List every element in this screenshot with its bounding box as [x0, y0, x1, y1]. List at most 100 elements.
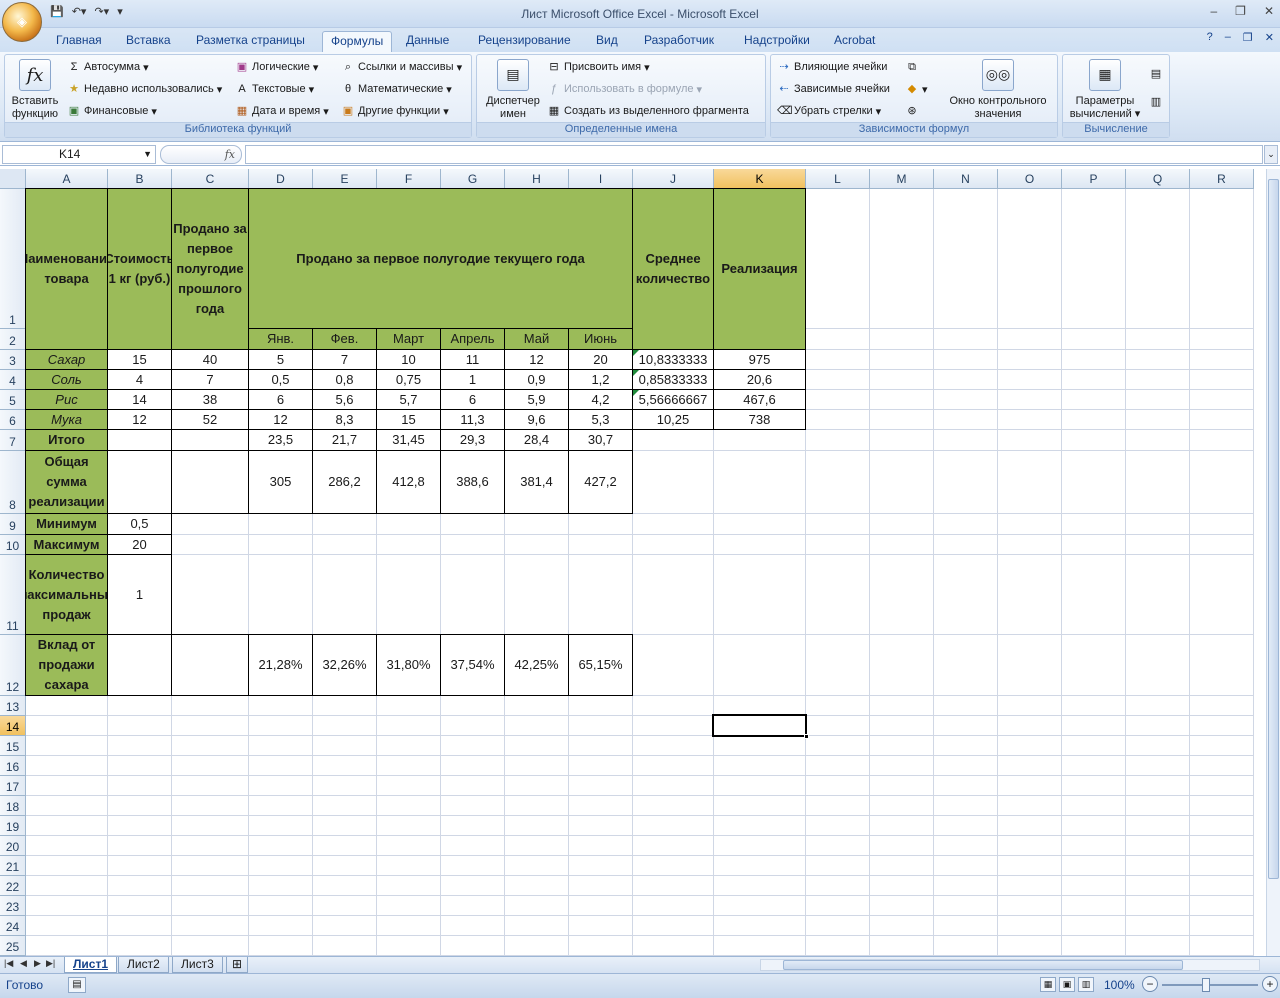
cell-a12[interactable]: Вклад от продажи сахара: [25, 634, 108, 696]
cell-i3[interactable]: 20: [568, 349, 633, 370]
watch-window-button[interactable]: ◎◎ Окно контрольного значения: [939, 59, 1057, 121]
tab-6[interactable]: Вид: [588, 31, 626, 52]
zoom-out-icon[interactable]: −: [1142, 976, 1158, 992]
cell-b3[interactable]: 15: [107, 349, 172, 370]
zoom-slider[interactable]: [1162, 984, 1258, 986]
column-header[interactable]: Q: [1126, 169, 1190, 189]
cell-f4[interactable]: 0,75: [376, 369, 441, 390]
fill-handle[interactable]: [804, 734, 809, 739]
cell-d8[interactable]: 305: [248, 450, 313, 514]
cell-g4[interactable]: 1: [440, 369, 505, 390]
calculation-options-button[interactable]: ▦ Параметры вычислений ▾: [1065, 59, 1145, 121]
recent-functions-button[interactable]: ★ Недавно использовались ▾: [67, 82, 222, 96]
row-header[interactable]: 24: [0, 916, 26, 936]
cell-h12[interactable]: 42,25%: [504, 634, 569, 696]
row-header[interactable]: 18: [0, 796, 26, 816]
scroll-thumb[interactable]: [1268, 179, 1279, 879]
last-sheet-icon[interactable]: ▶|: [46, 958, 55, 969]
column-header[interactable]: P: [1062, 169, 1126, 189]
column-header[interactable]: J: [633, 169, 714, 189]
vertical-scrollbar[interactable]: [1266, 169, 1280, 956]
cell-f3[interactable]: 10: [376, 349, 441, 370]
cell-i6[interactable]: 5,3: [568, 409, 633, 430]
cell-h8[interactable]: 381,4: [504, 450, 569, 514]
column-header[interactable]: L: [806, 169, 870, 189]
row-header[interactable]: 5: [0, 390, 26, 410]
cell-g8[interactable]: 388,6: [440, 450, 505, 514]
cell-i8[interactable]: 427,2: [568, 450, 633, 514]
column-header[interactable]: G: [441, 169, 505, 189]
macro-record-icon[interactable]: ▤: [68, 977, 86, 993]
financial-button[interactable]: ▣ Финансовые ▾: [67, 104, 157, 118]
minimize-button[interactable]: –: [1210, 4, 1217, 18]
trace-precedents-button[interactable]: ⇢ Влияющие ячейки: [777, 60, 887, 74]
cell-c8[interactable]: [171, 450, 249, 514]
row-header[interactable]: 19: [0, 816, 26, 836]
active-cell-selection[interactable]: [712, 714, 809, 739]
row-header[interactable]: 14: [0, 716, 26, 736]
cell-b11[interactable]: 1: [107, 554, 172, 635]
row-header[interactable]: 20: [0, 836, 26, 856]
cell-a7[interactable]: Итого: [25, 429, 108, 451]
cell-c4[interactable]: 7: [171, 369, 249, 390]
trace-dependents-button[interactable]: ⇠ Зависимые ячейки: [777, 82, 890, 96]
cell-d2[interactable]: Янв.: [248, 328, 313, 350]
formula-input[interactable]: [245, 145, 1263, 164]
page-break-view-icon[interactable]: ▥: [1078, 977, 1094, 992]
cell-k3[interactable]: 975: [713, 349, 806, 370]
row-header[interactable]: 12: [0, 635, 26, 696]
column-header[interactable]: C: [172, 169, 249, 189]
cell-c5[interactable]: 38: [171, 389, 249, 410]
row-header[interactable]: 17: [0, 776, 26, 796]
row-header[interactable]: 2: [0, 329, 26, 350]
cell-a8[interactable]: Общая сумма реализации: [25, 450, 108, 514]
use-in-formula-button[interactable]: ƒ Использовать в формуле ▾: [547, 82, 702, 96]
text-functions-button[interactable]: A Текстовые ▾: [235, 82, 314, 96]
cell-k5[interactable]: 467,6: [713, 389, 806, 410]
zoom-slider-thumb[interactable]: [1202, 978, 1210, 992]
cell-g5[interactable]: 6: [440, 389, 505, 410]
cell-h4[interactable]: 0,9: [504, 369, 569, 390]
cell-a5[interactable]: Рис: [25, 389, 108, 410]
row-header[interactable]: 16: [0, 756, 26, 776]
office-button[interactable]: ◈: [2, 2, 42, 42]
worksheet-grid[interactable]: A B C D E F G H I J K L M N O P Q R 1 2 3 4 5 6 7 8 9 10 11 12 13 14 15 1…: [0, 169, 1266, 956]
remove-arrows-button[interactable]: ⌫ Убрать стрелки ▾: [777, 104, 881, 118]
row-header[interactable]: 1: [0, 189, 26, 329]
cell-i4[interactable]: 1,2: [568, 369, 633, 390]
cell-e3[interactable]: 7: [312, 349, 377, 370]
logical-button[interactable]: ▣ Логические ▾: [235, 60, 319, 74]
cell-a11[interactable]: Количество максимальных продаж: [25, 554, 108, 635]
hscroll-thumb[interactable]: [783, 960, 1183, 970]
evaluate-formula-button[interactable]: ⊛: [905, 104, 919, 118]
cell-d4[interactable]: 0,5: [248, 369, 313, 390]
sheet-tab-1[interactable]: Лист1: [64, 957, 118, 973]
cell-a3[interactable]: Сахар: [25, 349, 108, 370]
first-sheet-icon[interactable]: |◀: [4, 958, 13, 969]
cell-c3[interactable]: 40: [171, 349, 249, 370]
doc-minimize-button[interactable]: –: [1225, 31, 1231, 44]
row-header[interactable]: 9: [0, 514, 26, 535]
cell-e2[interactable]: Фев.: [312, 328, 377, 350]
cell-c6[interactable]: 52: [171, 409, 249, 430]
cell-d7[interactable]: 23,5: [248, 429, 313, 451]
cell-j4[interactable]: 0,85833333: [632, 369, 714, 390]
cell-j5[interactable]: 5,56666667: [632, 389, 714, 410]
row-header[interactable]: 8: [0, 451, 26, 514]
cell-i12[interactable]: 65,15%: [568, 634, 633, 696]
show-formulas-button[interactable]: ⧉: [905, 60, 919, 74]
column-header[interactable]: M: [870, 169, 934, 189]
tab-0[interactable]: Главная: [48, 31, 110, 52]
tab-8[interactable]: Надстройки: [736, 31, 818, 52]
cell-e12[interactable]: 32,26%: [312, 634, 377, 696]
column-header[interactable]: N: [934, 169, 998, 189]
calculate-now-button[interactable]: ▤: [1149, 67, 1163, 81]
cell-f7[interactable]: 31,45: [376, 429, 441, 451]
cell-k1[interactable]: Реализация: [713, 188, 806, 350]
cell-h3[interactable]: 12: [504, 349, 569, 370]
cell-d3[interactable]: 5: [248, 349, 313, 370]
cell-d5[interactable]: 6: [248, 389, 313, 410]
cell-b12[interactable]: [107, 634, 172, 696]
cell-i5[interactable]: 4,2: [568, 389, 633, 410]
sheet-tab-3[interactable]: Лист3: [172, 957, 223, 973]
